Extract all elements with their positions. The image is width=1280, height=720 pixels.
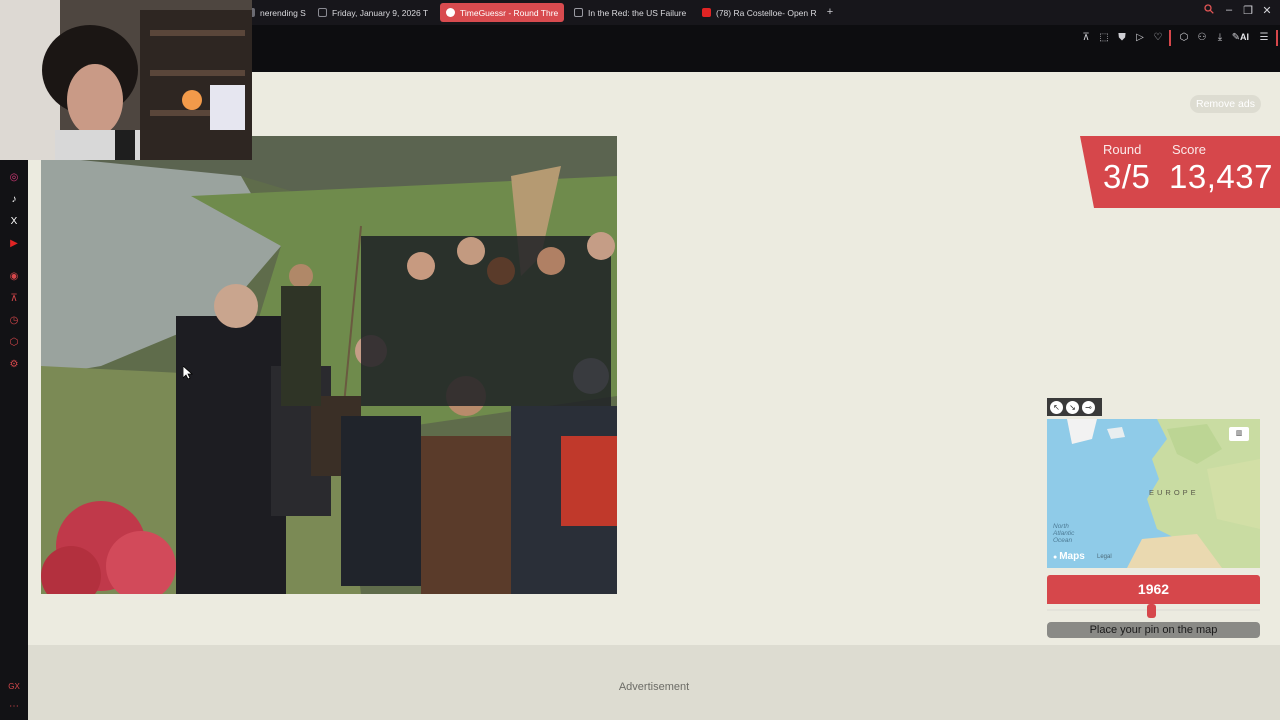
- account-icon[interactable]: ⚇: [1195, 31, 1209, 45]
- shield-icon[interactable]: ⛊: [1115, 31, 1129, 45]
- tiktok-icon[interactable]: ♪: [7, 193, 21, 207]
- timeguessr-favicon-icon: [446, 8, 455, 17]
- browser-tab[interactable]: (78) Ra Costelloe- Open R: [696, 3, 820, 22]
- map-size-controls: ↖ ↘ ⊸: [1047, 398, 1102, 416]
- x-icon[interactable]: X: [7, 215, 21, 229]
- round-photo-image: [41, 136, 617, 594]
- chat-icon[interactable]: ⬡: [1177, 31, 1191, 45]
- year-display: 1962: [1047, 575, 1260, 604]
- map-brand: ● Maps: [1053, 551, 1085, 562]
- search-icon[interactable]: [1201, 4, 1217, 17]
- restore-icon[interactable]: ❐: [1240, 4, 1256, 17]
- score-label: Score: [1172, 142, 1206, 157]
- toolbar-edge: [1276, 30, 1278, 46]
- timeguessr-page: Remove ads Round Score 3/5 13,437 ↖ ↘ ⊸ …: [28, 72, 1280, 720]
- menu-icon[interactable]: ☰: [1257, 31, 1271, 45]
- settings-icon[interactable]: ⚙: [7, 358, 21, 372]
- screen: nerending Sto Friday, January 9, 2026 T …: [0, 0, 1280, 720]
- download-icon[interactable]: ⤓: [1213, 31, 1227, 45]
- toolbar-separator: [1169, 30, 1171, 46]
- screenshot-icon[interactable]: ⬚: [1097, 31, 1111, 45]
- map-label-ocean: North Atlantic Ocean: [1053, 523, 1075, 544]
- youtube-icon[interactable]: ▶: [7, 237, 21, 251]
- remove-ads-button[interactable]: Remove ads: [1190, 95, 1261, 113]
- browser-sidebar: ◎ ♪ X ▶ ◉ ⊼ ◷ ⬡ ⚙ GX ⋯: [0, 72, 28, 720]
- round-label: Round: [1103, 142, 1142, 157]
- map-legal-link[interactable]: Legal: [1097, 554, 1112, 560]
- webcam-overlay: [0, 0, 252, 160]
- pin-map-icon[interactable]: ⊸: [1082, 400, 1095, 414]
- year-slider-handle[interactable]: [1146, 604, 1156, 618]
- browser-tab-active[interactable]: TimeGuessr - Round Thre: [440, 3, 564, 22]
- browser-tab[interactable]: Friday, January 9, 2026 T: [312, 3, 434, 22]
- tab-label: In the Red: the US Failure: [588, 7, 687, 18]
- play-icon[interactable]: ▷: [1133, 31, 1147, 45]
- webcam-image: [0, 0, 252, 160]
- guess-map[interactable]: EUROPE North Atlantic Ocean ● Maps Legal…: [1047, 419, 1260, 568]
- round-value: 3/5: [1103, 158, 1151, 195]
- round-photo[interactable]: [41, 136, 617, 594]
- score-value: 13,437: [1169, 158, 1273, 195]
- expand-map-icon[interactable]: ↖: [1050, 400, 1063, 414]
- chat-icon[interactable]: ⬡: [7, 336, 21, 350]
- gx-icon[interactable]: GX: [7, 680, 21, 694]
- map-label-europe: EUROPE: [1149, 488, 1199, 497]
- document-icon: [574, 8, 583, 17]
- calendar-icon: [318, 8, 327, 17]
- instagram-icon[interactable]: ◎: [7, 171, 21, 185]
- year-slider[interactable]: [1047, 604, 1260, 618]
- shrink-map-icon[interactable]: ↘: [1066, 400, 1079, 414]
- youtube-icon: [702, 8, 711, 17]
- pin-icon[interactable]: ⊼: [1079, 31, 1093, 45]
- advertisement-label: Advertisement: [618, 681, 690, 693]
- player-icon[interactable]: ◉: [7, 270, 21, 284]
- browser-tab[interactable]: In the Red: the US Failure: [568, 3, 692, 22]
- tab-label: nerending Sto: [260, 7, 306, 18]
- place-pin-button[interactable]: Place your pin on the map: [1047, 622, 1260, 638]
- map-layers-icon[interactable]: ▥: [1229, 427, 1249, 441]
- heart-icon[interactable]: ♡: [1151, 31, 1165, 45]
- pin-icon[interactable]: ⊼: [7, 292, 21, 306]
- new-tab-button[interactable]: +: [824, 6, 836, 18]
- map-brand-label: Maps: [1059, 551, 1085, 562]
- close-icon[interactable]: ✕: [1259, 4, 1275, 17]
- clock-icon[interactable]: ◷: [7, 314, 21, 328]
- round-score-panel: Round Score 3/5 13,437: [1080, 136, 1280, 208]
- minimize-icon[interactable]: –: [1221, 4, 1237, 16]
- ai-label[interactable]: AI: [1240, 32, 1249, 42]
- advertisement-area: Advertisement: [28, 645, 1280, 720]
- tab-label: (78) Ra Costelloe- Open R: [716, 7, 817, 18]
- more-icon[interactable]: ⋯: [7, 700, 21, 714]
- mouse-cursor-icon: [183, 366, 193, 380]
- tab-label: TimeGuessr - Round Thre: [460, 7, 559, 18]
- tab-label: Friday, January 9, 2026 T: [332, 7, 429, 18]
